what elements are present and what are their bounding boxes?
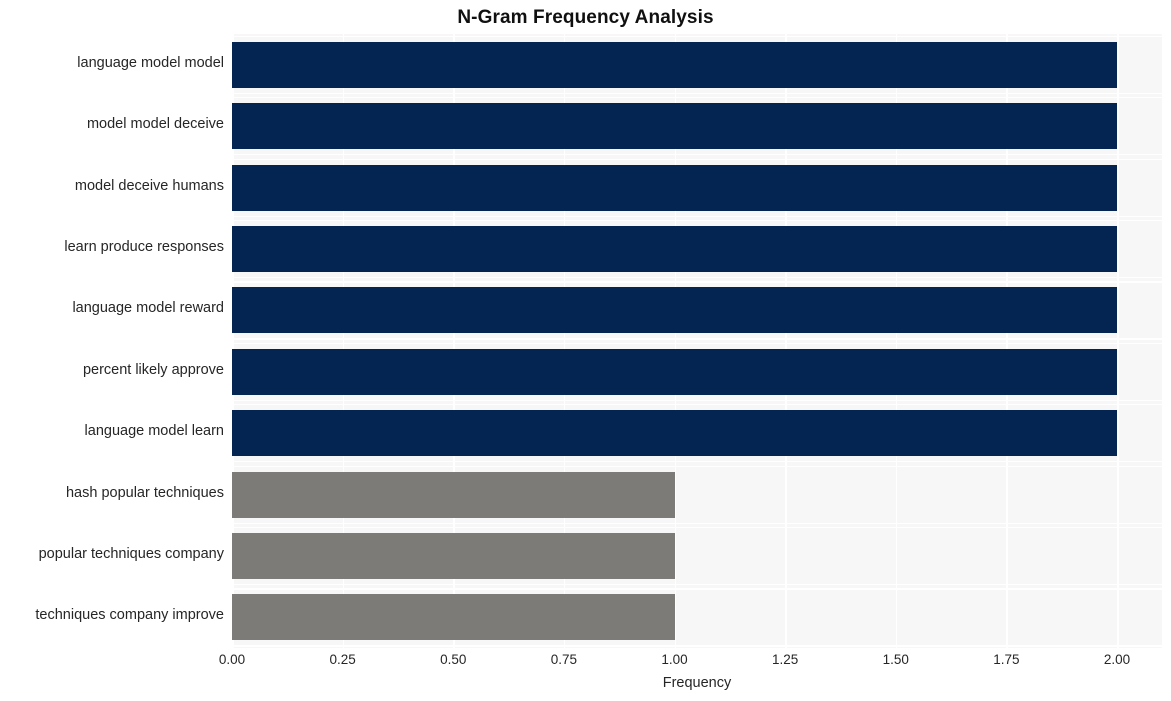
gridline-horizontal: [232, 399, 1162, 402]
chart-figure: N-Gram Frequency Analysis language model…: [0, 0, 1171, 701]
bar: [232, 103, 1117, 150]
gridline-horizontal: [232, 35, 1162, 38]
bar: [232, 532, 675, 579]
bar: [232, 287, 1117, 334]
x-axis-tick-label: 1.00: [661, 652, 688, 667]
gridline-vertical: [1117, 34, 1119, 648]
gridline-horizontal: [232, 158, 1162, 160]
x-axis-tick-label: 0.50: [440, 652, 467, 667]
y-axis-tick-label: techniques company improve: [35, 607, 224, 624]
y-axis-tick-label: model model deceive: [86, 116, 224, 133]
y-axis-tick-label: popular techniques company: [38, 545, 224, 562]
gridline-horizontal: [232, 404, 1162, 406]
x-axis-tick-label: 1.50: [882, 652, 909, 667]
gridline-horizontal: [232, 465, 1162, 467]
y-axis-tick-label: hash popular techniques: [65, 484, 224, 501]
y-axis-tick-label: language model model: [77, 54, 224, 71]
gridline-horizontal: [232, 342, 1162, 345]
x-axis-tick-label: 0.00: [218, 652, 246, 667]
gridline-horizontal: [232, 276, 1162, 279]
gridline-horizontal: [232, 154, 1162, 156]
gridline-horizontal: [232, 645, 1162, 647]
gridline-horizontal: [232, 461, 1162, 463]
gridline-horizontal: [232, 588, 1162, 590]
y-axis-tick-label: model deceive humans: [74, 177, 224, 194]
y-axis-tick-label: percent likely approve: [82, 361, 224, 378]
gridline-horizontal: [232, 338, 1162, 340]
x-axis-tick-label: 1.75: [993, 652, 1020, 667]
y-axis-tick-label: language model reward: [72, 300, 224, 317]
gridline-horizontal: [232, 583, 1162, 586]
bar: [232, 225, 1117, 272]
x-axis-tick-label: 0.25: [329, 652, 356, 667]
x-axis-label: Frequency: [662, 675, 732, 691]
x-axis-tick-label: 0.75: [550, 652, 578, 667]
bar: [232, 164, 1117, 211]
gridline-horizontal: [232, 219, 1162, 222]
bar: [232, 471, 675, 518]
x-axis-tick-label: 2.00: [1103, 652, 1131, 667]
bar: [232, 410, 1117, 457]
bar: [232, 348, 1117, 395]
x-axis-tick-labels: 0.00 0.25 0.50 0.75 1.00 1.25 1.50 1.75 2.00: [0, 652, 1171, 674]
gridline-horizontal: [232, 215, 1162, 217]
gridline-horizontal: [232, 281, 1162, 283]
plot-area: [232, 34, 1162, 648]
y-axis-tick-label: learn produce responses: [64, 238, 224, 255]
gridline-horizontal: [232, 526, 1162, 529]
x-axis-tick-label: 1.25: [771, 652, 799, 667]
y-axis-tick-labels: language model model model model deceive m…: [0, 34, 224, 648]
chart-title: N-Gram Frequency Analysis: [457, 7, 714, 28]
bar: [232, 594, 675, 641]
gridline-horizontal: [232, 522, 1162, 524]
bar: [232, 41, 1117, 88]
gridline-horizontal: [232, 92, 1162, 95]
y-axis-tick-label: language model learn: [84, 423, 224, 440]
gridline-horizontal: [232, 97, 1162, 99]
